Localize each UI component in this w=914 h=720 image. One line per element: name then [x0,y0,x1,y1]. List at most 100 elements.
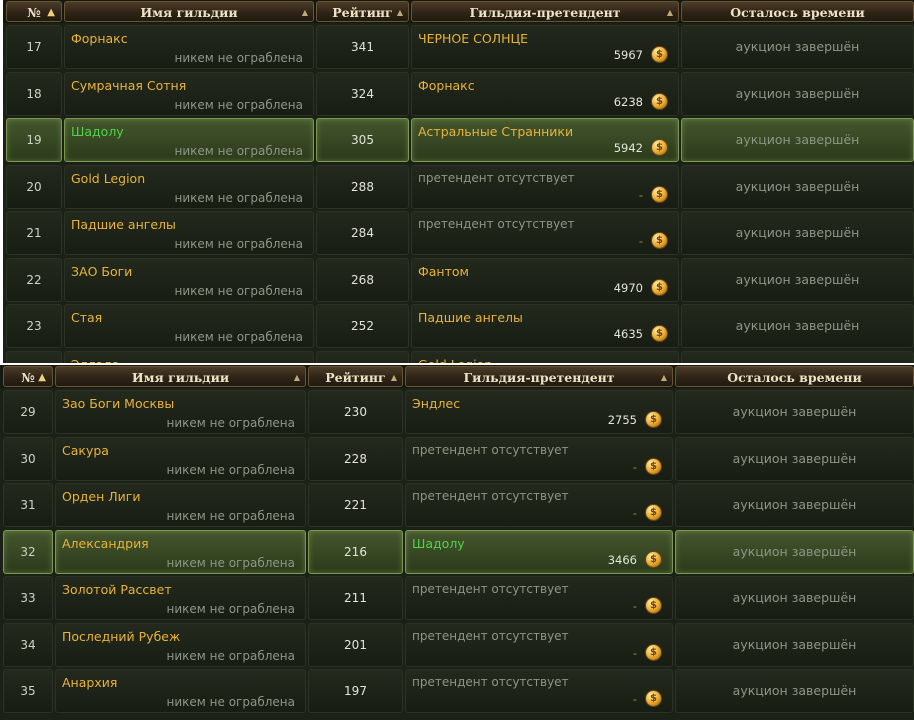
cell-guild[interactable]: Золотой Рассвет никем не ограблена [55,576,306,620]
guild-name[interactable]: Золотой Рассвет [62,582,172,597]
guild-name[interactable]: Зао Боги Москвы [62,396,174,411]
cell-time-left: аукцион завершён [681,304,914,348]
cell-claimant[interactable]: Астральные Странники 5942 $ [411,118,679,162]
cell-rating: 216 [308,529,403,574]
gold-coin-icon: $ [651,185,668,203]
column-header-rating[interactable]: Рейтинг ▲ [308,366,403,387]
cell-rating: 305 [316,118,409,162]
cell-guild[interactable]: ЗАО Боги никем не ограблена [64,257,314,302]
cell-claimant[interactable]: Фантом 4970 $ [411,257,679,302]
column-header-claimant[interactable]: Гильдия-претендент ▲ [405,366,673,387]
cell-guild[interactable]: Сакура никем не ограблена [55,436,306,481]
cell-guild[interactable]: Падшие ангелы никем не ограблена [64,211,314,255]
table-row[interactable]: 20 Gold Legion никем не ограблена 288 претен… [3,164,914,210]
column-header-num[interactable]: № ▲ [3,366,53,387]
claimant-bid: - [638,234,643,248]
guild-name[interactable]: Сумрачная Сотня [71,78,186,93]
table-row[interactable]: 32 Александрия никем не ограблена 216 Шадолу… [0,529,914,575]
cell-rating: 197 [308,669,403,713]
table-row[interactable]: 34 Последний Рубеж никем не ограблена 201 пр… [0,622,914,668]
claimant-name[interactable]: Астральные Странники [418,124,573,139]
cell-guild[interactable]: Стая никем не ограблена [64,304,314,348]
cell-number: 29 [3,390,53,434]
table-row[interactable]: 30 Сакура никем не ограблена 228 претендент … [0,436,914,482]
column-header-num[interactable]: № ▲ [6,1,62,22]
table-row[interactable]: 19 Шадолу никем не ограблена 305 Астральные … [3,117,914,163]
guild-name[interactable]: Gold Legion [71,171,145,186]
guild-name[interactable]: Стая [71,310,102,325]
guild-name[interactable]: Орден Лиги [62,489,140,504]
claimant-name[interactable]: ЧЕРНОЕ СОЛНЦЕ [418,31,528,46]
claimant-name[interactable]: Gold Legion [418,357,492,364]
column-header-name[interactable]: Имя гильдии ▲ [55,366,306,387]
column-header-name-label: Имя гильдии [140,5,238,20]
guild-rating-table-bottom: № ▲ Имя гильдии ▲ Рейтинг ▲ Гильдия-прет… [0,365,914,720]
column-header-claimant[interactable]: Гильдия-претендент ▲ [411,1,679,22]
guild-name[interactable]: Падшие ангелы [71,217,176,232]
cell-claimant[interactable]: претендент отсутствует - $ [411,211,679,255]
cell-time-left: аукцион завершён [675,436,914,481]
table-row[interactable]: 21 Падшие ангелы никем не ограблена 284 прет… [3,210,914,256]
cell-claimant[interactable]: Шадолу 3466 $ [405,529,673,574]
column-header-name[interactable]: Имя гильдии ▲ [64,1,314,22]
guild-name[interactable]: Эллада [71,357,120,364]
claimant-name[interactable]: Эндлес [412,396,460,411]
cell-claimant[interactable]: ЧЕРНОЕ СОЛНЦЕ 5967 $ [411,25,679,69]
cell-claimant[interactable]: Эндлес 2755 $ [405,390,673,434]
guild-name[interactable]: Форнакс [71,31,128,46]
claimant-name[interactable]: Шадолу [412,536,465,551]
cell-claimant[interactable]: Gold Legion [411,350,679,364]
table-row[interactable]: 17 Форнакс никем не ограблена 341 ЧЕРНОЕ СОЛ… [3,24,914,70]
table-row[interactable]: 33 Золотой Рассвет никем не ограблена 211 пр… [0,575,914,621]
cell-claimant[interactable]: претендент отсутствует - $ [405,436,673,481]
cell-rating: 221 [308,483,403,527]
gold-coin-icon: $ [645,550,662,568]
cell-guild[interactable]: Александрия никем не ограблена [55,529,306,574]
claimant-name[interactable]: Форнакс [418,78,475,93]
cell-claimant[interactable]: Форнакс 6238 $ [411,71,679,116]
guild-name[interactable]: ЗАО Боги [71,264,132,279]
table-row[interactable]: 22 ЗАО Боги никем не ограблена 268 Фантом 497… [3,257,914,303]
table-row[interactable]: 35 Анархия никем не ограблена 197 претендент… [0,668,914,714]
cell-guild[interactable]: Орден Лиги никем не ограблена [55,483,306,527]
table-row[interactable]: 29 Зао Боги Москвы никем не ограблена 230 Эн… [0,389,914,435]
guild-name[interactable]: Шадолу [71,124,124,139]
cell-claimant[interactable]: претендент отсутствует - $ [405,576,673,620]
guild-robbery-status: никем не ограблена [174,190,303,205]
table-row[interactable]: 18 Сумрачная Сотня никем не ограблена 324 Фо… [3,71,914,117]
cell-guild[interactable]: Сумрачная Сотня никем не ограблена [64,71,314,116]
column-header-rating[interactable]: Рейтинг ▲ [316,1,409,22]
guild-name[interactable]: Сакура [62,443,109,458]
guild-name[interactable]: Анархия [62,675,117,690]
cell-claimant[interactable]: претендент отсутствует - $ [405,483,673,527]
cell-claimant[interactable]: претендент отсутствует - $ [405,669,673,713]
claimant-name[interactable]: Фантом [418,264,469,279]
cell-guild[interactable]: Последний Рубеж никем не ограблена [55,622,306,667]
cell-guild[interactable]: Эллада [64,350,314,364]
cell-claimant[interactable]: претендент отсутствует - $ [411,164,679,209]
cell-number: 35 [3,669,53,713]
column-header-time[interactable]: Осталось времени [681,1,914,22]
cell-guild[interactable]: Зао Боги Москвы никем не ограблена [55,390,306,434]
cell-guild[interactable]: Gold Legion никем не ограблена [64,164,314,209]
guild-name[interactable]: Александрия [62,536,149,551]
guild-name[interactable]: Последний Рубеж [62,629,180,644]
column-header-num-label: № [21,370,35,385]
cell-guild[interactable]: Шадолу никем не ограблена [64,118,314,162]
table-row[interactable]: 23 Стая никем не ограблена 252 Падшие ангелы… [3,303,914,349]
table-row[interactable]: 31 Орден Лиги никем не ограблена 221 претенд… [0,482,914,528]
table-row[interactable]: Эллада Gold Legion [3,350,914,364]
cell-rating: 201 [308,622,403,667]
sort-up-arrow-icon: ▲ [38,372,46,383]
cell-claimant[interactable]: претендент отсутствует - $ [405,622,673,667]
claimant-name[interactable]: Падшие ангелы [418,310,523,325]
cell-time-left: аукцион завершён [675,669,914,713]
gold-coin-icon: $ [645,690,662,707]
claimant-name: претендент отсутствует [412,675,569,689]
cell-guild[interactable]: Анархия никем не ограблена [55,669,306,713]
cell-guild[interactable]: Форнакс никем не ограблена [64,25,314,69]
column-header-time[interactable]: Осталось времени [675,366,914,387]
column-header-rating-label: Рейтинг [332,5,393,20]
cell-claimant[interactable]: Падшие ангелы 4635 $ [411,304,679,348]
cell-time-left: аукцион завершён [675,529,914,574]
